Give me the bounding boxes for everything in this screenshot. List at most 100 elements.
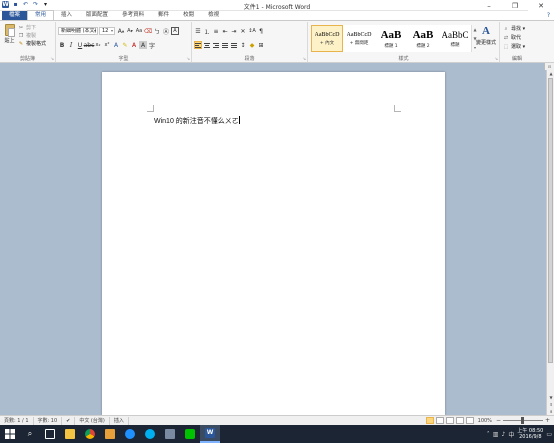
tab-view[interactable]: 檢視 (201, 11, 226, 20)
language[interactable]: 中文 (台灣) (75, 416, 110, 425)
numbering-icon[interactable]: ⒈ (203, 27, 211, 36)
proofing-icon[interactable]: ✔ (62, 416, 76, 425)
tab-references[interactable]: 參考資料 (115, 11, 151, 20)
clock[interactable]: 上午 08:50 2016/9/8 (517, 428, 543, 440)
tab-insert[interactable]: 插入 (54, 11, 79, 20)
search-taskbar-button[interactable]: ⌕ (20, 425, 40, 443)
ruler-toggle-icon[interactable]: ⊟ (544, 63, 554, 70)
style-normal[interactable]: AaBbCcD + 內文 (311, 25, 343, 52)
store-button[interactable] (100, 425, 120, 443)
strikethrough-icon[interactable]: abc (84, 41, 95, 49)
font-size-box[interactable]: 12 ▾ (99, 27, 115, 35)
align-left-icon[interactable] (194, 41, 202, 49)
file-explorer-button[interactable] (60, 425, 80, 443)
sort-icon[interactable]: ↕A (248, 27, 256, 35)
line-button[interactable] (180, 425, 200, 443)
borders-icon[interactable]: ⊞ (257, 41, 265, 49)
tab-file[interactable]: 檔案 (2, 11, 28, 20)
network-icon[interactable]: ▥ (493, 431, 499, 438)
change-styles-button[interactable]: A 變更樣式 (474, 25, 498, 52)
style-heading-2[interactable]: AaB 標題 2 (407, 25, 439, 52)
superscript-icon[interactable]: x² (103, 41, 111, 49)
shrink-font-icon[interactable]: A ▼ (126, 27, 134, 35)
full-screen-view-icon[interactable] (435, 417, 444, 424)
find-button[interactable]: ⌕ 尋找 ▾ (503, 25, 526, 33)
bold-icon[interactable]: B (58, 41, 66, 49)
align-right-icon[interactable] (212, 41, 220, 49)
subscript-icon[interactable]: x₂ (94, 41, 102, 49)
edge-button[interactable] (120, 425, 140, 443)
bullets-icon[interactable]: ☰ (194, 27, 202, 35)
styles-launcher-icon[interactable]: ↘ (495, 56, 498, 61)
zoom-out-icon[interactable]: − (496, 417, 501, 424)
chrome-button[interactable] (80, 425, 100, 443)
line-spacing-icon[interactable]: ↕ (239, 41, 247, 49)
paste-button[interactable]: 貼上 (3, 24, 16, 48)
zoom-level[interactable]: 100% (478, 418, 492, 424)
char-shading-icon[interactable]: A (139, 41, 147, 49)
select-button[interactable]: ⬚ 選取 ▾ (503, 43, 525, 51)
vertical-scrollbar[interactable]: ▲ ▼ ⇞ ⇟ (546, 70, 554, 415)
tab-mailings[interactable]: 郵件 (151, 11, 176, 20)
prev-page-icon[interactable]: ⇞ (547, 401, 554, 408)
zoom-slider[interactable] (502, 417, 543, 424)
replace-button[interactable]: ⇄ 取代 (503, 34, 525, 42)
help-icon[interactable]: ? (547, 12, 550, 19)
chevron-up-icon[interactable]: ˄ (487, 431, 490, 438)
tab-home[interactable]: 常用 (27, 10, 55, 20)
restore-button[interactable]: ❐ (502, 0, 528, 11)
highlight-icon[interactable]: ✎ (121, 41, 129, 49)
next-page-icon[interactable]: ⇟ (547, 408, 554, 415)
task-view-button[interactable] (40, 425, 60, 443)
grow-font-icon[interactable]: A ▲ (117, 27, 125, 35)
shading-icon[interactable]: ◆ (248, 41, 256, 49)
show-marks-icon[interactable]: ¶ (257, 27, 265, 35)
increase-indent-icon[interactable]: ⇥ (230, 27, 238, 35)
justify-icon[interactable] (221, 41, 229, 49)
align-center-icon[interactable] (203, 41, 211, 49)
scroll-down-icon[interactable]: ▼ (547, 394, 554, 401)
close-button[interactable]: ✕ (528, 0, 554, 11)
web-layout-view-icon[interactable] (445, 417, 454, 424)
page-count[interactable]: 頁數: 1 / 1 (0, 416, 34, 425)
multilevel-list-icon[interactable]: ≡ (212, 27, 220, 35)
italic-icon[interactable]: I (67, 41, 75, 49)
document-page[interactable]: Win10 的新注音不懂么ㄨㄛ (102, 72, 445, 415)
photos-button[interactable] (160, 425, 180, 443)
distributed-icon[interactable] (230, 41, 238, 49)
print-layout-view-icon[interactable] (425, 417, 434, 424)
phonetic-guide-icon[interactable]: ㄅ (153, 27, 161, 36)
tab-review[interactable]: 校閱 (176, 11, 201, 20)
decrease-indent-icon[interactable]: ⇤ (221, 27, 229, 35)
skype-button[interactable] (140, 425, 160, 443)
char-border-icon[interactable]: A (171, 27, 179, 35)
minimize-button[interactable]: – (476, 0, 502, 11)
asian-layout-icon[interactable]: 字 (148, 41, 156, 50)
style-no-spacing[interactable]: AaBbCcD + 無間距 (343, 25, 375, 52)
paragraph-launcher-icon[interactable]: ↘ (303, 56, 306, 61)
font-launcher-icon[interactable]: ↘ (187, 56, 190, 61)
clear-format-icon[interactable]: ⌫ (144, 27, 152, 35)
ime-icon[interactable]: 中 (508, 430, 514, 439)
word-taskbar-button[interactable]: W (200, 425, 220, 443)
clipboard-launcher-icon[interactable]: ↘ (51, 56, 54, 61)
change-case-icon[interactable]: Aa (135, 27, 143, 35)
font-name-box[interactable]: 新細明體 (本文) ▾ (58, 27, 98, 35)
scroll-thumb[interactable] (548, 78, 553, 363)
outline-view-icon[interactable] (455, 417, 464, 424)
format-painter-button[interactable]: ✎ 複製格式 (18, 40, 46, 48)
text-effects-icon[interactable]: A (112, 41, 120, 49)
tab-page-layout[interactable]: 版面配置 (79, 11, 115, 20)
zoom-in-icon[interactable]: + (545, 417, 550, 424)
insert-mode[interactable]: 插入 (110, 416, 129, 425)
copy-button[interactable]: ❐ 複製 (18, 32, 46, 40)
font-color-icon[interactable]: A (130, 41, 138, 49)
notification-icon[interactable]: ▭ (546, 431, 552, 438)
word-count[interactable]: 字數: 10 (34, 416, 63, 425)
enclose-char-icon[interactable]: Ⓐ (162, 27, 170, 36)
start-button[interactable] (0, 425, 20, 443)
style-heading-1[interactable]: AaB 標題 1 (375, 25, 407, 52)
chinese-layout-icon[interactable]: ✕ (239, 27, 247, 35)
draft-view-icon[interactable] (465, 417, 474, 424)
scroll-up-icon[interactable]: ▲ (547, 70, 554, 77)
